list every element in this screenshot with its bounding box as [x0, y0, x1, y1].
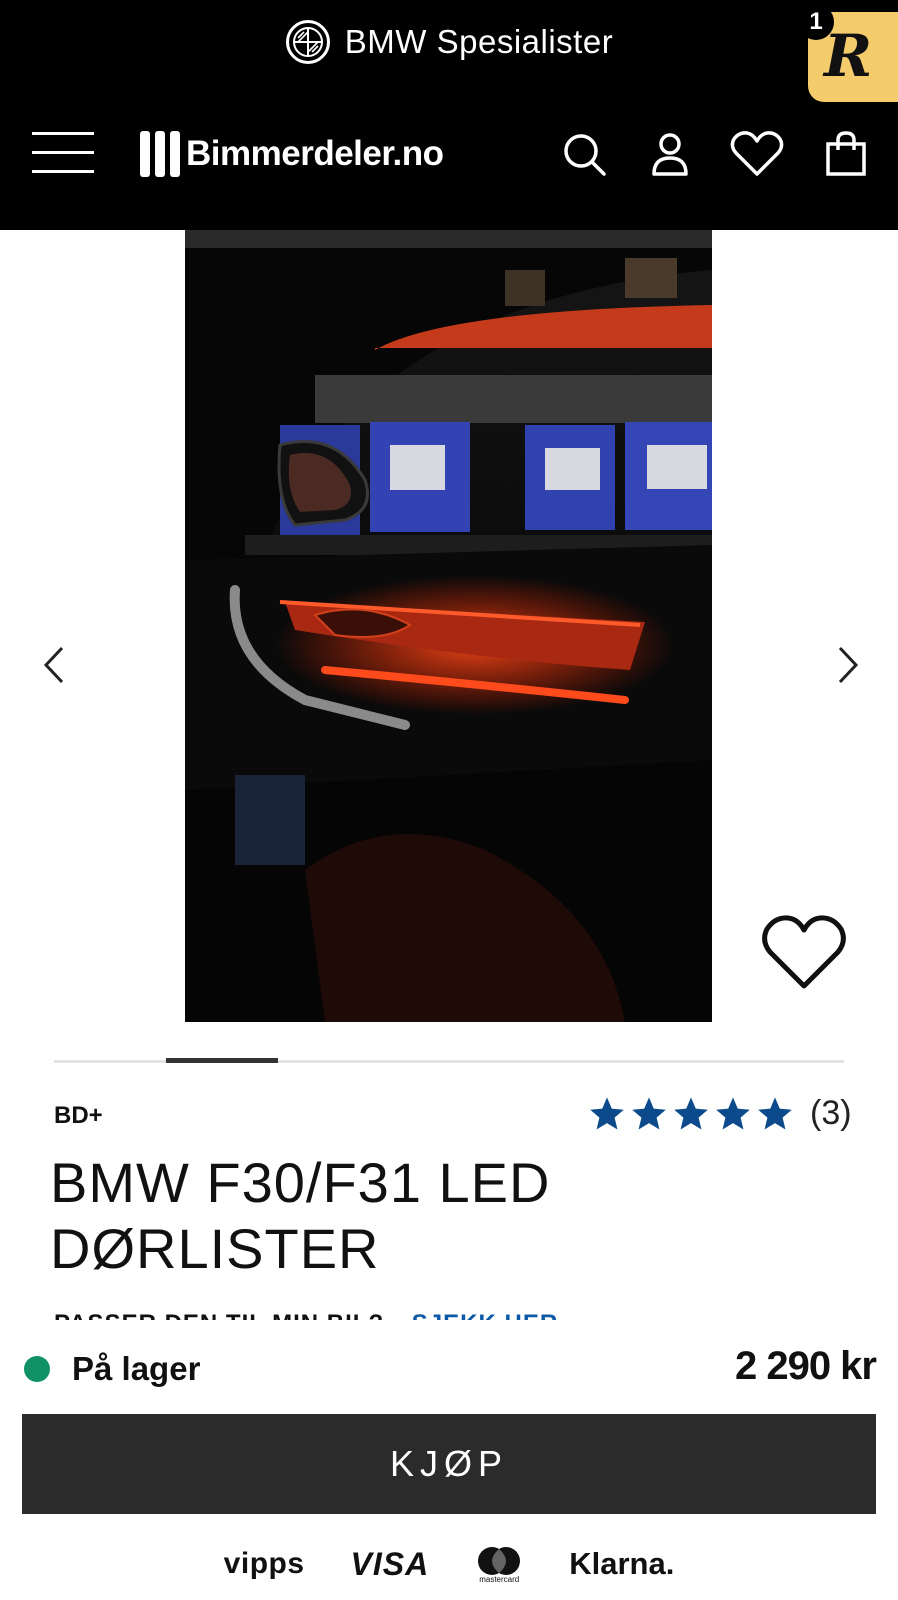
- payment-methods: vipps VISA mastercard Klarna.: [0, 1534, 898, 1594]
- review-count: (3): [810, 1094, 852, 1132]
- star-icon: [758, 1096, 792, 1130]
- user-icon[interactable]: [646, 130, 694, 178]
- product-brand: BD+: [54, 1102, 103, 1129]
- product-price: 2 290 kr: [734, 1344, 877, 1388]
- vipps-logo: vipps: [223, 1547, 305, 1580]
- product-title: BMW F30/F31 LED DØRLISTER: [50, 1151, 551, 1280]
- compatibility-link[interactable]: SJEKK HER: [412, 1310, 558, 1320]
- banner-title: BMW Spesialister: [344, 23, 614, 60]
- site-header: BMW Spesialister R 1 Bimmerdeler.no: [0, 0, 898, 230]
- reward-badge-count: 1: [798, 4, 834, 40]
- compatibility-question: PASSER DEN TIL MIN BIL?: [54, 1310, 384, 1320]
- gallery-progress: [54, 1058, 844, 1063]
- reward-badge-letter: R: [824, 22, 873, 90]
- klarna-logo: Klarna.: [569, 1546, 675, 1581]
- brand-bars-icon: [140, 131, 180, 177]
- star-icon: [632, 1096, 666, 1130]
- main-nav: Bimmerdeler.no: [0, 118, 898, 198]
- stock-status-dot: [24, 1356, 50, 1382]
- star-icon: [590, 1096, 624, 1130]
- add-to-wishlist-heart-icon[interactable]: [760, 912, 848, 992]
- reward-badge[interactable]: R 1: [798, 4, 898, 102]
- buy-button[interactable]: KJØP: [22, 1414, 876, 1514]
- vehicle-compatibility-check: PASSER DEN TIL MIN BIL? SJEKK HER: [54, 1306, 558, 1320]
- bmw-specialist-banner[interactable]: BMW Spesialister: [0, 14, 898, 70]
- visa-logo: VISA: [350, 1545, 430, 1582]
- hamburger-icon[interactable]: [32, 132, 94, 174]
- product-image[interactable]: [185, 230, 712, 1022]
- mastercard-caption: mastercard: [479, 1574, 520, 1584]
- product-rating[interactable]: (3): [588, 1094, 852, 1133]
- star-icon: [674, 1096, 708, 1130]
- stock-status: På lager: [72, 1350, 201, 1387]
- chevron-left-icon[interactable]: [36, 640, 72, 690]
- purchase-bar: På lager 2 290 kr KJØP vipps VISA master…: [0, 1320, 898, 1600]
- site-logo[interactable]: Bimmerdeler.no: [140, 128, 444, 180]
- mastercard-icon: [478, 1546, 521, 1575]
- chevron-right-icon[interactable]: [830, 640, 866, 690]
- shopping-bag-icon[interactable]: [822, 130, 870, 178]
- gallery-progress-indicator: [166, 1058, 278, 1063]
- heart-icon[interactable]: [730, 130, 784, 178]
- search-icon[interactable]: [560, 130, 608, 178]
- bmw-roundel-icon: [285, 20, 330, 64]
- star-icon: [716, 1096, 750, 1130]
- brand-name: Bimmerdeler.no: [186, 134, 444, 173]
- mastercard-logo: mastercard: [475, 1545, 523, 1584]
